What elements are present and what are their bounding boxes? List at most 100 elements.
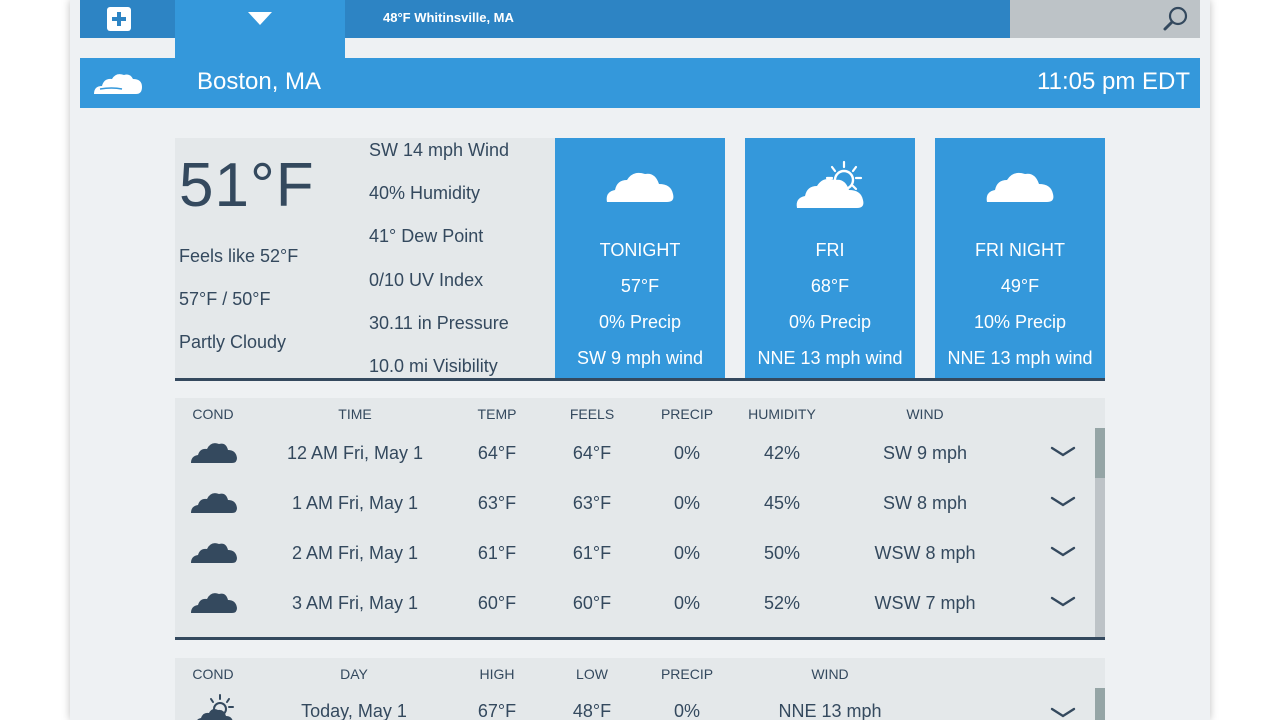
table-row[interactable]: Today, May 1 67°F 48°F 0% NNE 13 mph [175,686,1105,720]
forecast-period: FRI NIGHT [975,240,1065,260]
row-precip: 0% [673,443,701,463]
column-header-day: DAY [340,666,368,682]
scrollbar-thumb[interactable] [1095,428,1105,478]
column-header-precip: PRECIP [660,666,714,682]
current-temperature: 51°F [179,151,315,220]
row-feels: 60°F [572,593,612,613]
row-time: 3 AM Fri, May 1 [291,593,419,613]
saved-location-link[interactable]: 48°F Whitinsville, MA [383,0,514,38]
uv-index-detail: 0/10 UV Index [369,270,484,290]
table-row[interactable]: 2 AM Fri, May 1 61°F 61°F 0% 50% WSW 8 m… [175,528,1105,578]
daily-scrollbar[interactable] [1095,688,1105,720]
row-wind: WSW 8 mph [874,543,976,563]
row-precip: 0% [673,701,701,720]
table-row[interactable]: 3 AM Fri, May 1 60°F 60°F 0% 52% WSW 7 m… [175,578,1105,628]
pressure-detail: 30.11 in Pressure [369,313,509,333]
row-feels: 63°F [572,493,612,513]
row-wind: WSW 7 mph [874,593,976,613]
location-dropdown-button[interactable] [175,0,345,58]
row-temp: 61°F [477,543,517,563]
cloud-icon [191,493,237,513]
cloud-icon [986,172,1054,202]
chevron-down-icon[interactable] [1050,545,1076,559]
column-header-temp: TEMP [477,406,517,422]
daily-forecast-table: COND DAY HIGH LOW PRECIP WIND Today, May… [175,658,1105,720]
column-header-wind: WIND [811,666,849,682]
chevron-down-icon[interactable] [1050,445,1076,459]
forecast-period: FRI [815,240,845,260]
dew-point-detail: 41° Dew Point [369,226,484,246]
scrollbar-thumb[interactable] [1095,688,1105,720]
hourly-forecast-table: COND TIME TEMP FEELS PRECIP HUMIDITY WIN… [175,398,1105,638]
row-wind: NNE 13 mph [778,701,882,720]
cloud-icon [94,74,142,94]
hourly-scrollbar[interactable] [1095,428,1105,638]
chevron-down-icon[interactable] [1050,706,1076,720]
column-header-wind: WIND [906,406,944,422]
row-precip: 0% [673,543,701,563]
location-header: Boston, MA 11:05 pm EDT [80,58,1200,108]
triangle-down-icon [248,12,272,25]
humidity-detail: 40% Humidity [369,183,481,203]
forecast-precip: 0% Precip [598,312,682,332]
partly-sunny-icon [796,160,864,208]
visibility-detail: 10.0 mi Visibility [369,356,498,376]
row-humidity: 42% [763,443,801,463]
row-low: 48°F [572,701,612,720]
cloud-icon [606,172,674,202]
row-temp: 64°F [477,443,517,463]
section-divider [175,378,1105,381]
forecast-temp: 68°F [810,276,850,296]
row-humidity: 52% [763,593,801,613]
forecast-wind: NNE 13 mph wind [947,348,1093,368]
forecast-temp: 57°F [620,276,660,296]
forecast-temp: 49°F [1000,276,1040,296]
column-header-precip: PRECIP [660,406,714,422]
column-header-high: HIGH [479,666,515,682]
forecast-wind: SW 9 mph wind [576,348,704,368]
column-header-cond: COND [192,406,234,422]
weather-app: 48°F Whitinsville, MA Boston, MA 11:05 p… [70,0,1210,720]
forecast-precip: 10% Precip [973,312,1067,332]
column-header-low: LOW [576,666,608,682]
chevron-down-icon[interactable] [1050,595,1076,609]
table-row[interactable]: 1 AM Fri, May 1 63°F 63°F 0% 45% SW 8 mp… [175,478,1105,528]
row-humidity: 45% [763,493,801,513]
cloud-icon [191,593,237,613]
row-feels: 64°F [572,443,612,463]
high-low: 57°F / 50°F [179,289,271,309]
row-precip: 0% [673,493,701,513]
row-temp: 60°F [477,593,517,613]
search-button[interactable] [1010,0,1200,38]
feels-like: Feels like 52°F [179,246,299,266]
forecast-card-fri-night[interactable]: FRI NIGHT 49°F 10% Precip NNE 13 mph win… [935,138,1105,378]
row-humidity: 50% [763,543,801,563]
row-temp: 63°F [477,493,517,513]
row-time: 2 AM Fri, May 1 [291,543,419,563]
row-day: Today, May 1 [301,701,407,720]
column-header-time: TIME [338,406,372,422]
partly-sunny-icon [197,694,234,720]
row-precip: 0% [673,593,701,613]
current-conditions-panel: 51°F Feels like 52°F 57°F / 50°F Partly … [175,138,555,380]
forecast-card-fri[interactable]: FRI 68°F 0% Precip NNE 13 mph wind [745,138,915,378]
forecast-period: TONIGHT [599,240,681,260]
column-header-feels: FEELS [569,406,615,422]
row-wind: SW 8 mph [882,493,968,513]
cloud-icon [191,443,237,463]
table-row[interactable]: 12 AM Fri, May 1 64°F 64°F 0% 42% SW 9 m… [175,428,1105,478]
section-divider [175,637,1105,640]
chevron-down-icon[interactable] [1050,495,1076,509]
cloud-icon [191,543,237,563]
wind-detail: SW 14 mph Wind [369,140,510,160]
condition-text: Partly Cloudy [179,332,287,352]
add-location-button[interactable] [80,0,175,38]
row-time: 12 AM Fri, May 1 [286,443,424,463]
row-wind: SW 9 mph [882,443,968,463]
row-time: 1 AM Fri, May 1 [291,493,419,513]
row-high: 67°F [477,701,517,720]
row-feels: 61°F [572,543,612,563]
column-header-humidity: HUMIDITY [748,406,816,422]
top-bar: 48°F Whitinsville, MA [80,0,1200,58]
forecast-card-tonight[interactable]: TONIGHT 57°F 0% Precip SW 9 mph wind [555,138,725,378]
